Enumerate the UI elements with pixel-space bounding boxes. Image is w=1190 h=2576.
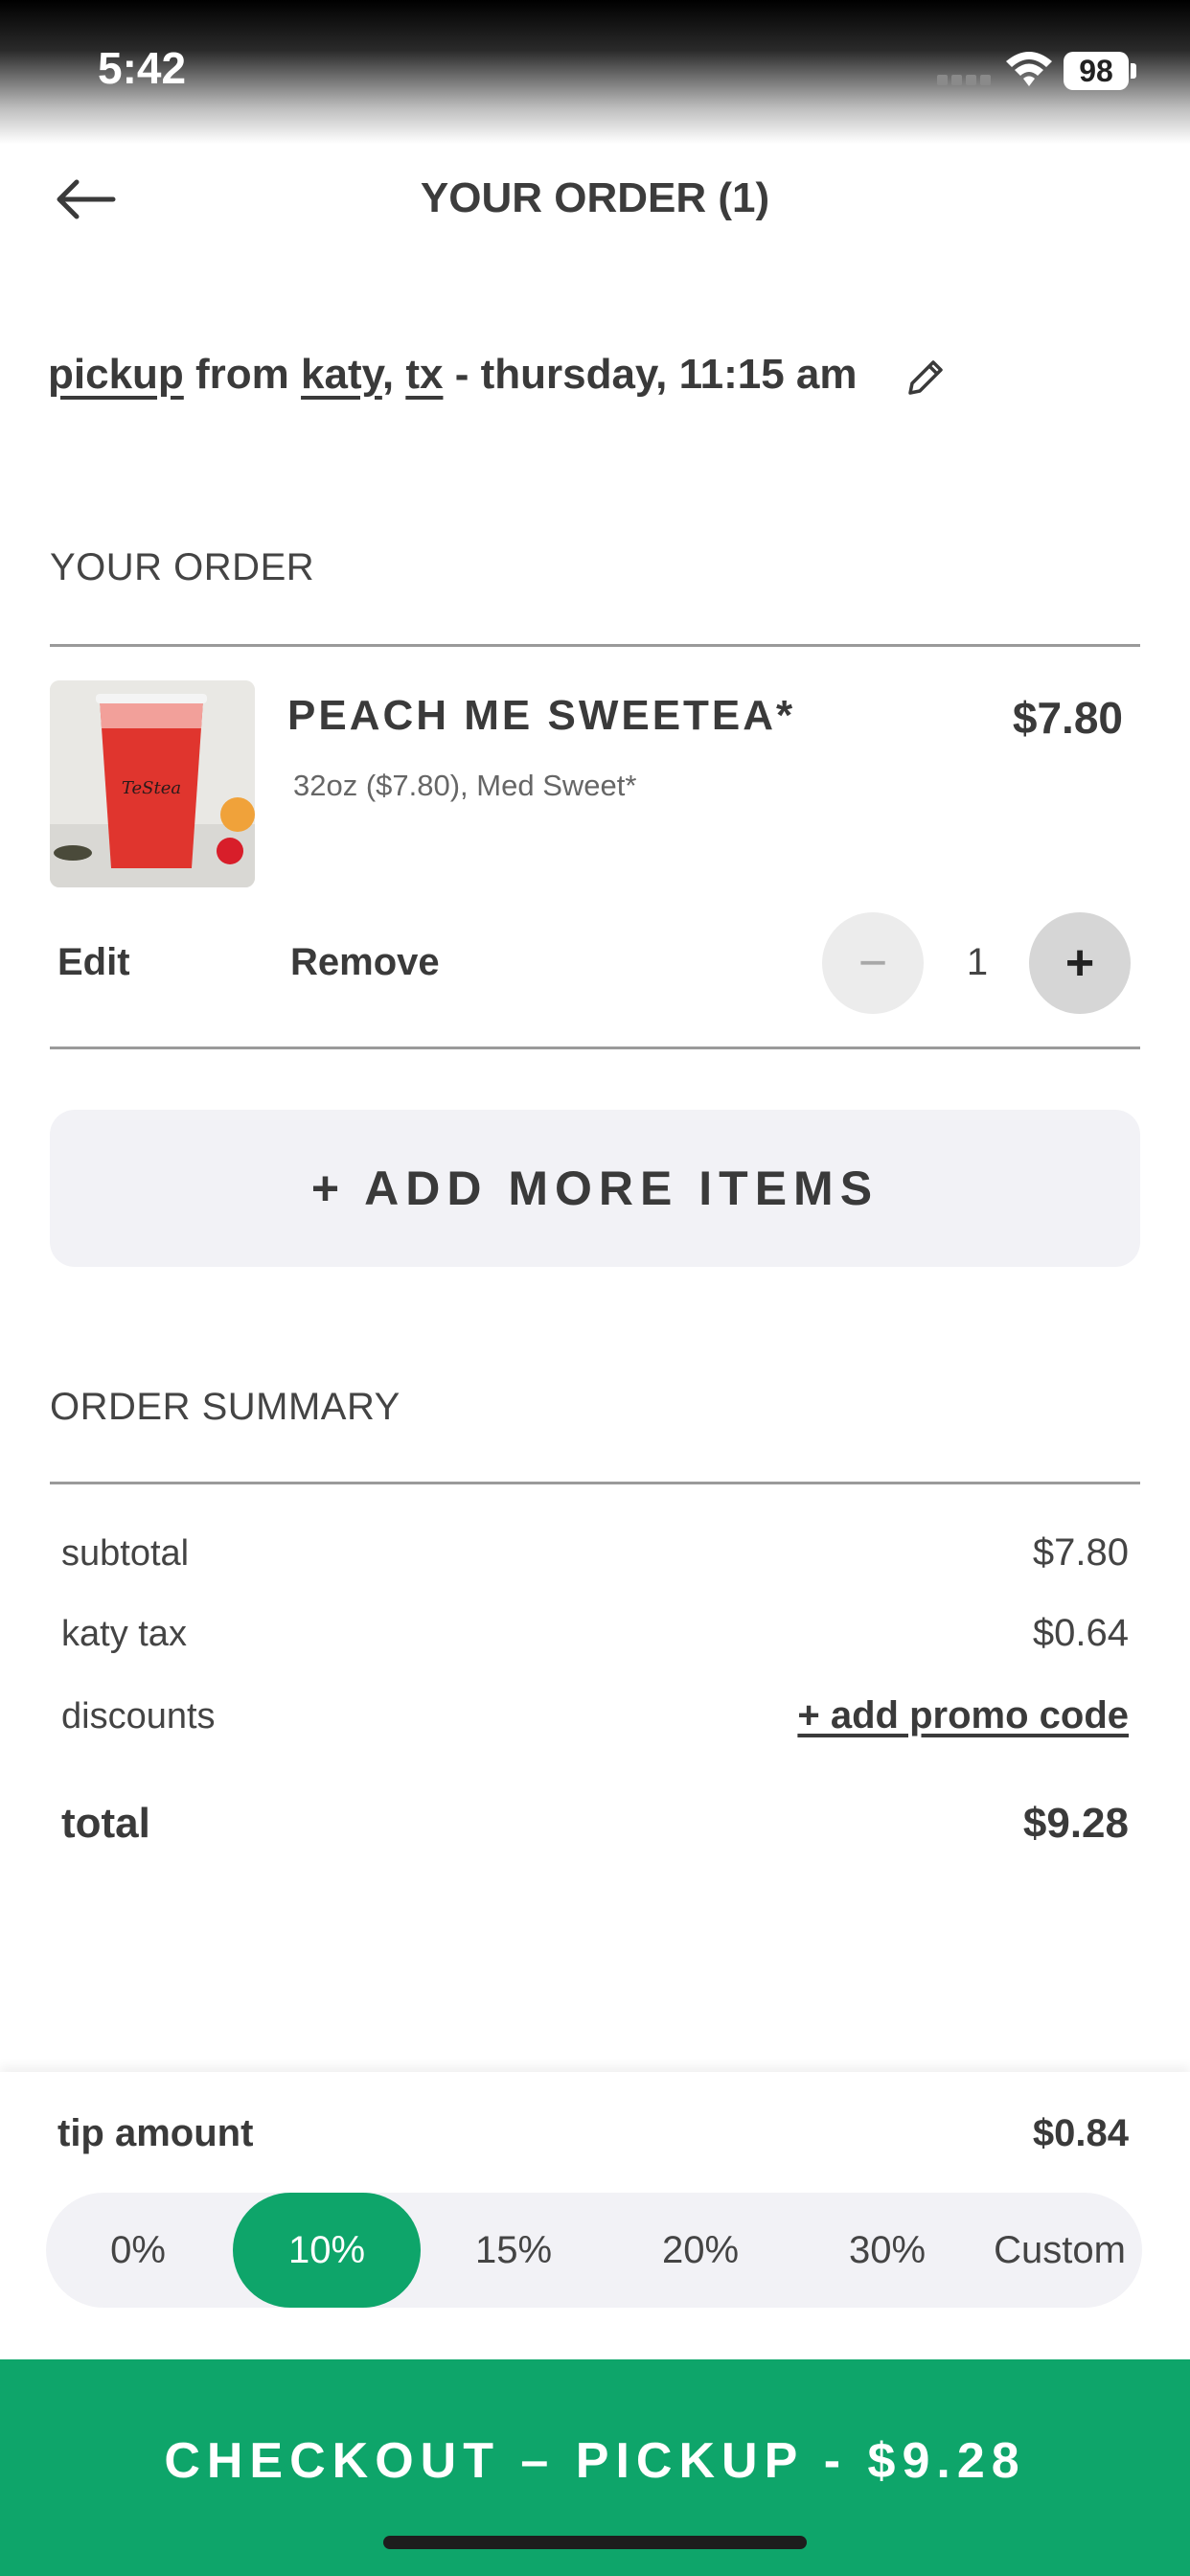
tip-option-0[interactable]: 0% (44, 2193, 232, 2308)
item-name: PEACH ME SWEETEA* (287, 692, 796, 739)
total-value: $9.28 (1022, 1800, 1129, 1847)
divider (50, 644, 1140, 647)
pencil-icon[interactable] (903, 355, 949, 401)
tip-option-15[interactable]: 15% (420, 2193, 607, 2308)
wifi-icon (1006, 52, 1052, 86)
decrease-quantity-button[interactable]: − (822, 912, 924, 1014)
tip-amount-value: $0.84 (1032, 2112, 1129, 2154)
quantity-value: 1 (966, 941, 989, 983)
tip-option-custom[interactable]: Custom (966, 2193, 1154, 2308)
subtotal-value: $7.80 (1032, 1531, 1129, 1574)
add-more-items-button[interactable]: + ADD MORE ITEMS (50, 1110, 1140, 1267)
page-title: YOUR ORDER (1) (420, 174, 770, 221)
increase-quantity-button[interactable]: + (1029, 912, 1131, 1014)
home-indicator (383, 2536, 807, 2549)
tax-value: $0.64 (1032, 1612, 1129, 1654)
tip-option-30[interactable]: 30% (793, 2193, 981, 2308)
item-thumbnail-cup-text: TeStea (122, 778, 181, 798)
status-time: 5:42 (98, 43, 187, 93)
your-order-section-title: YOUR ORDER (50, 546, 315, 588)
tax-label: katy tax (61, 1614, 187, 1654)
tip-option-10[interactable]: 10% (233, 2193, 421, 2308)
total-label: total (61, 1800, 150, 1847)
tip-amount-label: tip amount (57, 2112, 254, 2154)
add-promo-code-link[interactable]: + add promo code (797, 1694, 1129, 1737)
battery-tip (1131, 63, 1136, 79)
item-modifiers: 32oz ($7.80), Med Sweet* (293, 769, 637, 802)
pickup-state-link[interactable]: tx (405, 351, 443, 398)
discounts-label: discounts (61, 1696, 216, 1736)
tip-option-20[interactable]: 20% (606, 2193, 794, 2308)
battery-icon: 98 (1064, 52, 1129, 90)
divider (50, 1046, 1140, 1049)
cellular-signal-icon (937, 75, 993, 86)
pickup-from-text: from (195, 351, 289, 398)
order-summary-title: ORDER SUMMARY (50, 1386, 400, 1428)
subtotal-label: subtotal (61, 1533, 190, 1574)
pickup-details[interactable]: pickup from katy, tx - thursday, 11:15 a… (48, 351, 858, 399)
remove-item-button[interactable]: Remove (290, 941, 440, 984)
item-thumbnail: TeStea (50, 680, 255, 887)
checkout-button-label[interactable]: CHECKOUT – PICKUP - $9.28 (0, 2432, 1190, 2490)
pickup-time-text: - thursday, 11:15 am (454, 351, 858, 398)
divider (50, 1482, 1140, 1484)
pickup-method-link[interactable]: pickup (48, 351, 184, 398)
pickup-comma: , (381, 351, 395, 398)
item-price: $7.80 (1012, 693, 1123, 743)
pickup-city-link[interactable]: katy (301, 351, 382, 398)
edit-item-button[interactable]: Edit (57, 941, 130, 984)
